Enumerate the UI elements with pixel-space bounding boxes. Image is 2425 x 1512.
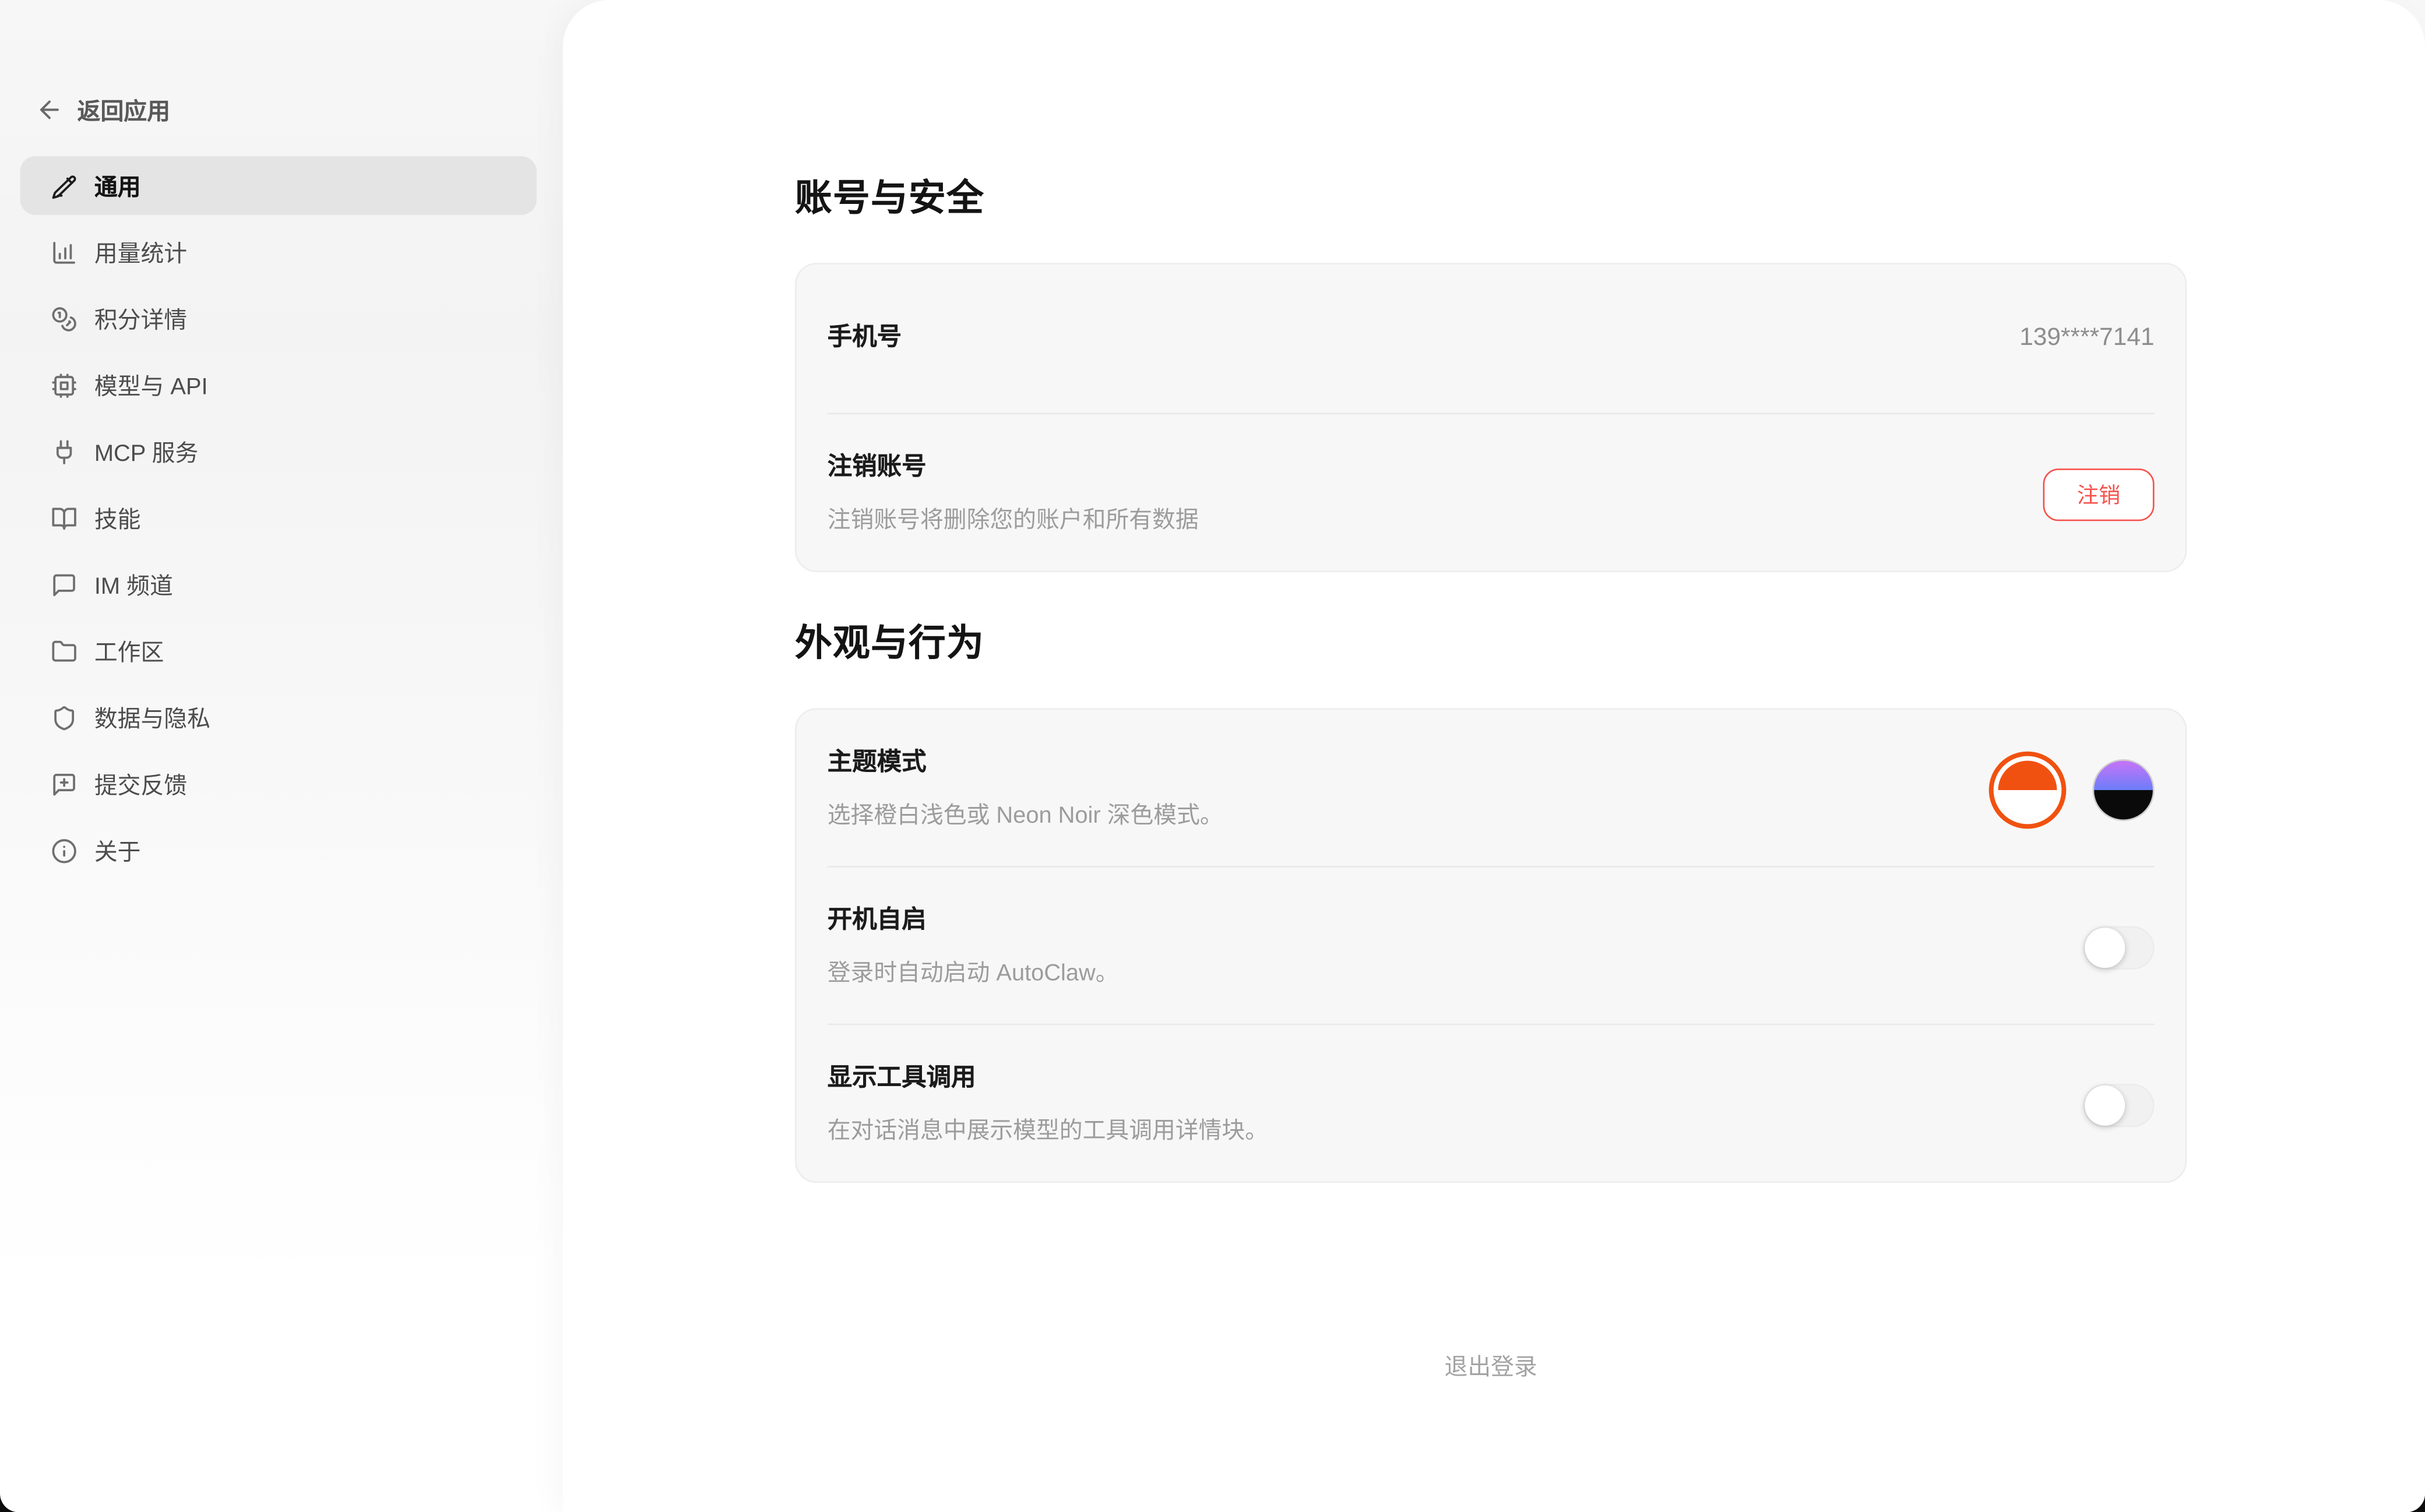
sidebar-item-about[interactable]: 关于: [20, 821, 536, 880]
show-tool-calls-description: 在对话消息中展示模型的工具调用详情块。: [828, 1116, 1268, 1147]
folder-icon: [51, 638, 78, 664]
autostart-row: 开机自启 登录时自动启动 AutoClaw。: [797, 868, 2185, 1024]
sidebar-item-label: IM 频道: [94, 568, 173, 601]
shield-icon: [51, 704, 78, 731]
logout-button[interactable]: 退出登录: [795, 1350, 2187, 1383]
settings-panel: 账号与安全 手机号 139****7141 注销账号 注销账号将删除您的账户和所…: [563, 0, 2425, 1512]
delete-account-text: 注销账号 注销账号将删除您的账户和所有数据: [828, 452, 1199, 537]
message-square-icon: [51, 572, 78, 598]
sidebar-item-label: 关于: [94, 834, 141, 867]
appearance-card: 主题模式 选择橙白浅色或 Neon Noir 深色模式。 开机自启 登录时自动启…: [795, 708, 2187, 1183]
autostart-toggle[interactable]: [2083, 925, 2155, 968]
sidebar-item-general[interactable]: 通用: [20, 156, 536, 215]
info-icon: [51, 837, 78, 864]
show-tool-calls-toggle[interactable]: [2083, 1083, 2155, 1126]
delete-account-description: 注销账号将删除您的账户和所有数据: [828, 506, 1199, 537]
coins-icon: [51, 305, 78, 332]
back-to-app-button[interactable]: 返回应用: [0, 90, 563, 130]
phone-label: 手机号: [828, 322, 902, 355]
show-tool-calls-row: 显示工具调用 在对话消息中展示模型的工具调用详情块。: [797, 1025, 2185, 1181]
message-square-plus-icon: [51, 771, 78, 797]
theme-neon-noir-swatch[interactable]: [2092, 759, 2154, 820]
back-to-app-label: 返回应用: [78, 94, 170, 126]
arrow-left-icon: [36, 96, 64, 124]
sidebar-item-models-api[interactable]: 模型与 API: [20, 355, 536, 414]
delete-account-title: 注销账号: [828, 452, 1199, 485]
account-security-card: 手机号 139****7141 注销账号 注销账号将删除您的账户和所有数据 注销: [795, 263, 2187, 572]
theme-mode-title: 主题模式: [828, 747, 1223, 781]
delete-account-button[interactable]: 注销: [2043, 468, 2155, 520]
sidebar-item-skills[interactable]: 技能: [20, 489, 536, 548]
sidebar-item-label: 通用: [94, 170, 141, 202]
pen-icon: [51, 172, 78, 199]
sidebar-item-label: 模型与 API: [94, 369, 208, 401]
sidebar-item-label: 积分详情: [94, 302, 187, 335]
plug-icon: [51, 438, 78, 464]
cpu-icon: [51, 372, 78, 398]
theme-swatches: [1989, 750, 2155, 828]
sidebar-item-im-channels[interactable]: IM 频道: [20, 555, 536, 614]
toggle-knob: [2085, 1085, 2125, 1125]
settings-window: 返回应用 通用 用量统计 积分详情 模型与 API MCP 服务: [0, 0, 2425, 1512]
sidebar-item-label: 用量统计: [94, 236, 187, 269]
sidebar-nav: 通用 用量统计 积分详情 模型与 API MCP 服务 技能: [0, 156, 563, 880]
sidebar-item-label: 工作区: [94, 635, 164, 667]
theme-light-orange-swatch[interactable]: [1998, 760, 2057, 819]
sidebar: 返回应用 通用 用量统计 积分详情 模型与 API MCP 服务: [0, 0, 563, 1512]
phone-value: 139****7141: [2019, 325, 2154, 353]
autostart-text: 开机自启 登录时自动启动 AutoClaw。: [828, 904, 1119, 989]
book-open-icon: [51, 505, 78, 531]
sidebar-item-label: 提交反馈: [94, 768, 187, 801]
sidebar-item-workspace[interactable]: 工作区: [20, 622, 536, 681]
autostart-title: 开机自启: [828, 904, 1119, 938]
bar-chart-icon: [51, 239, 78, 265]
show-tool-calls-title: 显示工具调用: [828, 1062, 1268, 1096]
toggle-knob: [2085, 927, 2125, 967]
account-security-title: 账号与安全: [795, 173, 2187, 225]
phone-row: 手机号 139****7141: [797, 265, 2185, 413]
theme-mode-text: 主题模式 选择橙白浅色或 Neon Noir 深色模式。: [828, 747, 1223, 832]
theme-mode-row: 主题模式 选择橙白浅色或 Neon Noir 深色模式。: [797, 710, 2185, 866]
settings-content: 账号与安全 手机号 139****7141 注销账号 注销账号将删除您的账户和所…: [795, 0, 2187, 1382]
show-tool-calls-text: 显示工具调用 在对话消息中展示模型的工具调用详情块。: [828, 1062, 1268, 1147]
autostart-description: 登录时自动启动 AutoClaw。: [828, 958, 1119, 989]
delete-account-row: 注销账号 注销账号将删除您的账户和所有数据 注销: [797, 414, 2185, 570]
sidebar-item-label: 数据与隐私: [94, 701, 210, 734]
sidebar-item-usage-stats[interactable]: 用量统计: [20, 223, 536, 281]
sidebar-item-label: MCP 服务: [94, 435, 198, 468]
sidebar-item-mcp-services[interactable]: MCP 服务: [20, 422, 536, 481]
sidebar-item-data-privacy[interactable]: 数据与隐私: [20, 688, 536, 747]
theme-mode-description: 选择橙白浅色或 Neon Noir 深色模式。: [828, 801, 1223, 832]
appearance-title: 外观与行为: [795, 618, 2187, 671]
sidebar-item-credits[interactable]: 积分详情: [20, 289, 536, 348]
sidebar-item-label: 技能: [94, 502, 141, 534]
sidebar-item-feedback[interactable]: 提交反馈: [20, 755, 536, 813]
